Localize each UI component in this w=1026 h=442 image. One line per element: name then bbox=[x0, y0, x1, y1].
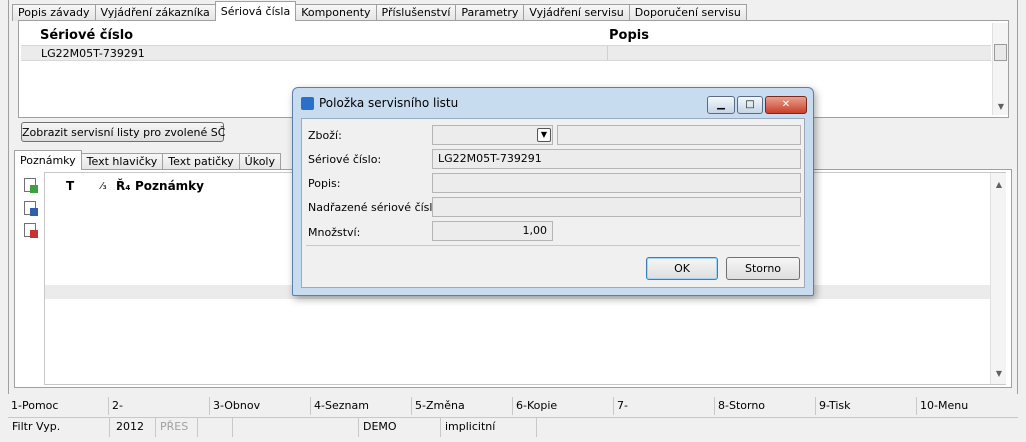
status-year: 2012 bbox=[112, 418, 156, 437]
col-desc-header[interactable]: Popis bbox=[609, 28, 649, 43]
column-divider bbox=[607, 46, 608, 60]
close-icon[interactable]: ✕ bbox=[765, 96, 807, 114]
delete-note-icon[interactable] bbox=[24, 223, 38, 238]
serial-grid-scrollbar[interactable]: ▼ bbox=[992, 23, 1008, 115]
status-empty bbox=[198, 418, 233, 437]
status-setting: implicitní bbox=[441, 418, 537, 437]
tab-doporuceni-servisu[interactable]: Doporučení servisu bbox=[628, 4, 747, 21]
status-db: DEMO bbox=[359, 418, 441, 437]
tab-komponenty[interactable]: Komponenty bbox=[295, 4, 377, 21]
fkey-8[interactable]: 8-Storno bbox=[715, 397, 816, 415]
col-serial-header[interactable]: Sériové číslo bbox=[40, 28, 133, 43]
lower-tabs: Poznámky Text hlavičky Text patičky Úkol… bbox=[14, 149, 281, 170]
fkey-3[interactable]: 3-Obnov bbox=[210, 397, 311, 415]
dialog-body: Zboží: ▼ Sériové číslo: LG22M05T-739291 … bbox=[301, 118, 805, 288]
chevron-down-icon[interactable]: ▼ bbox=[537, 128, 551, 142]
zbozi-name-field[interactable] bbox=[557, 125, 801, 145]
minimize-icon[interactable]: ▁ bbox=[707, 96, 735, 114]
fkey-4[interactable]: 4-Seznam bbox=[311, 397, 412, 415]
fkey-1[interactable]: 1-Pomoc bbox=[8, 397, 109, 415]
fkey-6[interactable]: 6-Kopie bbox=[513, 397, 614, 415]
tab-ukoly[interactable]: Úkoly bbox=[238, 153, 281, 170]
fkey-2[interactable]: 2- bbox=[109, 397, 210, 415]
zbozi-select[interactable] bbox=[432, 125, 553, 145]
fkey-7[interactable]: 7- bbox=[614, 397, 715, 415]
scrollbar-thumb[interactable] bbox=[994, 44, 1007, 61]
mnozstvi-field[interactable]: 1,00 bbox=[432, 221, 553, 241]
col-order-header[interactable]: ⁄₃ bbox=[101, 181, 107, 192]
zbozi-label: Zboží: bbox=[308, 129, 342, 142]
col-r-header[interactable]: Ř₄ bbox=[116, 179, 131, 193]
fkey-10[interactable]: 10-Menu bbox=[917, 397, 1018, 415]
scroll-down-icon[interactable]: ▼ bbox=[993, 99, 1009, 115]
top-tabs: Popis závady Vyjádření zákazníka Sériová… bbox=[12, 0, 747, 21]
table-row[interactable]: LG22M05T-739291 bbox=[21, 45, 991, 61]
tab-popis-zavady[interactable]: Popis závady bbox=[12, 4, 96, 21]
status-empty bbox=[233, 418, 359, 437]
tab-poznamky[interactable]: Poznámky bbox=[14, 150, 82, 170]
scroll-down-icon[interactable]: ▼ bbox=[991, 366, 1007, 382]
tab-text-hlavicky[interactable]: Text hlavičky bbox=[80, 153, 164, 170]
cancel-button[interactable]: Storno bbox=[726, 257, 800, 280]
tab-vyjadreni-servisu[interactable]: Vyjádření servisu bbox=[523, 4, 630, 21]
maximize-icon[interactable]: □ bbox=[737, 96, 763, 114]
function-key-bar: 1-Pomoc 2- 3-Obnov 4-Seznam 5-Změna 6-Ko… bbox=[8, 397, 1018, 415]
add-note-icon[interactable] bbox=[24, 178, 38, 193]
service-item-dialog: Položka servisního listu ▁ □ ✕ Zboží: ▼ … bbox=[292, 87, 814, 296]
tab-seriova-cisla[interactable]: Sériová čísla bbox=[214, 1, 297, 21]
serial-label: Sériové číslo: bbox=[308, 153, 382, 166]
tab-text-paticky[interactable]: Text patičky bbox=[162, 153, 240, 170]
popis-label: Popis: bbox=[308, 177, 341, 190]
tab-parametry[interactable]: Parametry bbox=[455, 4, 525, 21]
notes-scrollbar[interactable]: ▲ ▼ bbox=[990, 173, 1006, 384]
col-t-header[interactable]: T bbox=[66, 179, 74, 193]
parent-serial-field[interactable] bbox=[432, 197, 801, 217]
serial-field[interactable]: LG22M05T-739291 bbox=[432, 149, 801, 169]
serial-cell: LG22M05T-739291 bbox=[41, 47, 145, 60]
fkey-9[interactable]: 9-Tisk bbox=[816, 397, 917, 415]
fkey-5[interactable]: 5-Změna bbox=[412, 397, 513, 415]
popis-field[interactable] bbox=[432, 173, 801, 193]
dialog-title: Položka servisního listu bbox=[319, 96, 459, 110]
ok-button[interactable]: OK bbox=[646, 257, 718, 280]
divider bbox=[306, 245, 800, 246]
show-service-lists-button[interactable]: Zobrazit servisní listy pro zvolené SČ bbox=[21, 122, 225, 142]
app-icon bbox=[301, 97, 314, 110]
edit-note-icon[interactable] bbox=[24, 201, 38, 216]
col-notes-header[interactable]: Poznámky bbox=[135, 179, 204, 193]
tab-vyjadreni-zakaznika[interactable]: Vyjádření zákazníka bbox=[94, 4, 216, 21]
tab-prislusenstvi[interactable]: Příslušenství bbox=[375, 4, 457, 21]
status-filter: Filtr Vyp. bbox=[8, 418, 110, 437]
status-mode: PŘES bbox=[156, 418, 198, 437]
scroll-up-icon[interactable]: ▲ bbox=[991, 177, 1007, 193]
mnozstvi-label: Množství: bbox=[308, 226, 361, 239]
parent-serial-label: Nadřazené sériové číslo: bbox=[308, 201, 443, 214]
status-bar: Filtr Vyp. 2012 PŘES DEMO implicitní bbox=[8, 417, 1018, 437]
